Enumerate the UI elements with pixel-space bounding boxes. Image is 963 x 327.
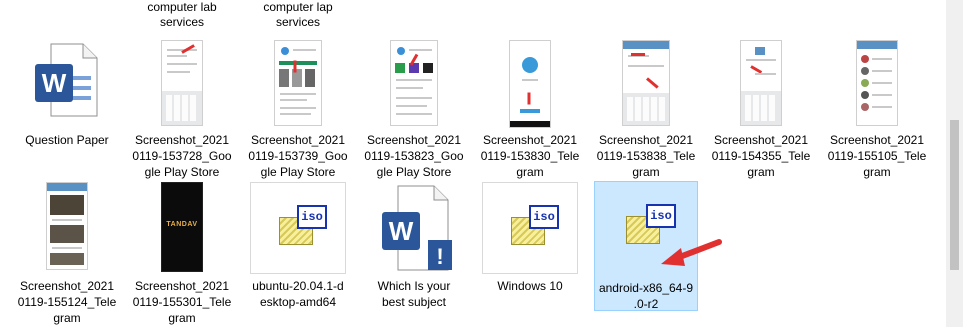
- phone-screenshot-thumbnail: [274, 40, 322, 126]
- file-screenshot-153823[interactable]: Screenshot_2021 0119-153823_Goo gle Play…: [359, 36, 469, 179]
- file-label: Screenshot_2021 0119-153830_Tele gram: [480, 133, 580, 179]
- file-label: Screenshot_2021 0119-155124_Tele gram: [17, 279, 117, 325]
- file-label: Screenshot_2021 0119-154355_Tele gram: [711, 133, 811, 179]
- file-screenshot-154355[interactable]: Screenshot_2021 0119-154355_Tele gram: [706, 36, 816, 179]
- file-windows10-iso[interactable]: iso Windows 10: [475, 180, 585, 325]
- file-screenshot-153739[interactable]: Screenshot_2021 0119-153739_Goo gle Play…: [243, 36, 353, 179]
- file-screenshot-155105[interactable]: Screenshot_2021 0119-155105_Tele gram: [822, 36, 932, 179]
- file-label: Screenshot_2021 0119-155105_Tele gram: [827, 133, 927, 179]
- file-ubuntu-iso[interactable]: iso ubuntu-20.04.1-d esktop-amd64: [243, 180, 353, 325]
- svg-text:W: W: [389, 216, 414, 246]
- file-screenshot-155301[interactable]: TANDAV Screenshot_2021 0119-155301_Tele …: [127, 180, 237, 325]
- svg-text:!: !: [436, 244, 443, 269]
- file-label: Windows 10: [497, 279, 563, 293]
- phone-screenshot-dark-thumbnail: TANDAV: [161, 182, 203, 272]
- phone-screenshot-thumbnail: [740, 40, 782, 126]
- file-which-is-your-best-subject[interactable]: W ! Which Is your best subject: [359, 180, 469, 325]
- iso-disc-image-icon: iso: [250, 182, 346, 274]
- file-screenshot-153838[interactable]: Screenshot_2021 0119-153838_Tele gram: [591, 36, 701, 179]
- file-label: Screenshot_2021 0119-153823_Goo gle Play…: [364, 133, 464, 179]
- scrollbar-thumb[interactable]: [950, 120, 959, 270]
- file-label: android-x86_64-9 .0-r2: [598, 281, 694, 311]
- file-label: Screenshot_2021 0119-153838_Tele gram: [596, 133, 696, 179]
- phone-screenshot-thumbnail: [46, 182, 88, 270]
- tandav-title-text: TANDAV: [166, 221, 198, 228]
- phone-screenshot-thumbnail: [390, 40, 438, 126]
- iso-disc-image-icon: iso: [482, 182, 578, 274]
- phone-screenshot-thumbnail: [509, 40, 551, 128]
- file-label: Screenshot_2021 0119-155301_Tele gram: [132, 279, 232, 325]
- word-document-icon: W: [27, 40, 107, 120]
- file-screenshot-155124[interactable]: Screenshot_2021 0119-155124_Tele gram: [12, 180, 122, 325]
- file-screenshot-153728[interactable]: Screenshot_2021 0119-153728_Goo gle Play…: [127, 36, 237, 179]
- partial-label-computer-lap: computer lap services: [263, 0, 333, 29]
- phone-screenshot-thumbnail: [622, 40, 670, 126]
- phone-screenshot-thumbnail: [161, 40, 203, 126]
- vertical-scrollbar[interactable]: [946, 0, 963, 327]
- phone-screenshot-thumbnail: [856, 40, 898, 126]
- word-document-alert-icon: W !: [368, 182, 460, 274]
- file-screenshot-153830[interactable]: Screenshot_2021 0119-153830_Tele gram: [475, 36, 585, 179]
- svg-text:W: W: [42, 68, 67, 98]
- file-label: Which Is your best subject: [377, 279, 451, 309]
- annotation-red-arrow: [661, 239, 722, 266]
- file-question-paper[interactable]: W Question Paper: [12, 36, 122, 156]
- partial-label-computer-lab: computer lab services: [147, 0, 217, 29]
- file-label: ubuntu-20.04.1-d esktop-amd64: [252, 279, 344, 309]
- file-label: Screenshot_2021 0119-153739_Goo gle Play…: [248, 133, 348, 179]
- file-label: Question Paper: [25, 133, 109, 147]
- file-label: Screenshot_2021 0119-153728_Goo gle Play…: [132, 133, 232, 179]
